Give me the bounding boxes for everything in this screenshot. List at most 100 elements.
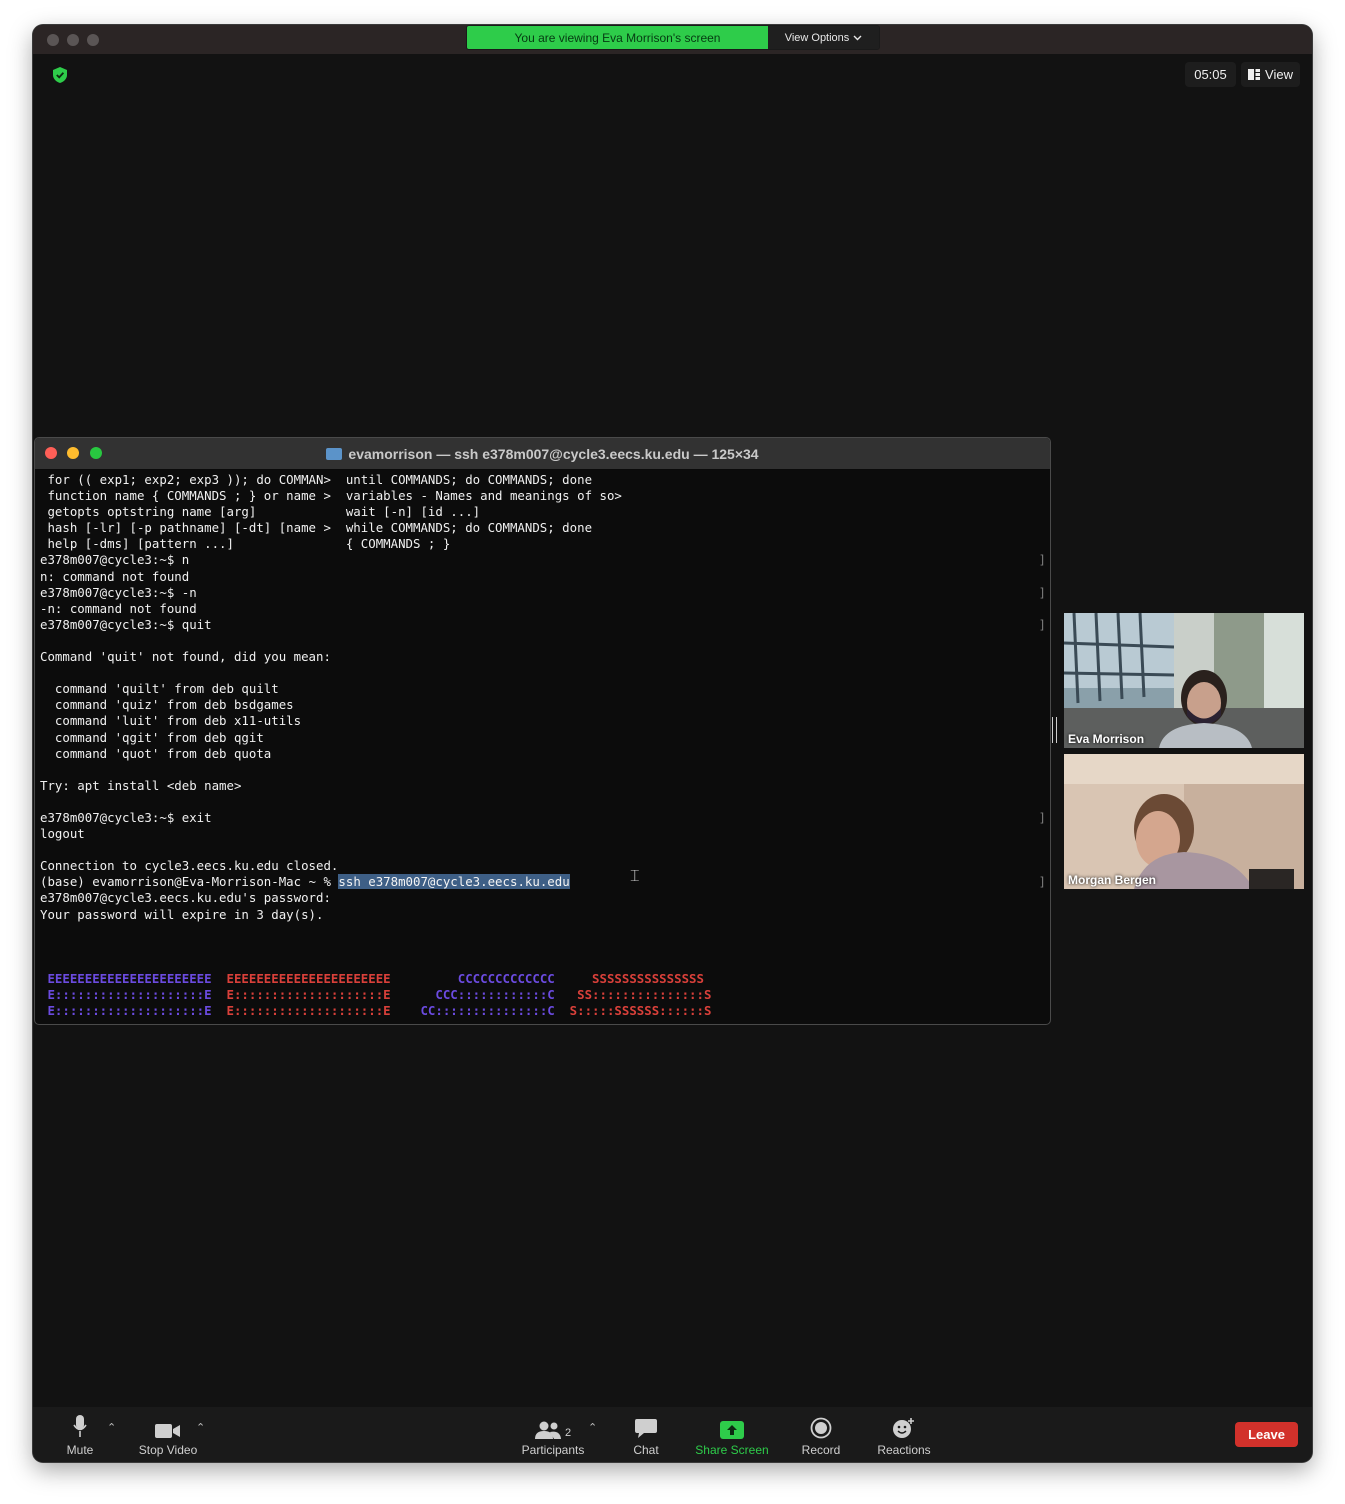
mute-label: Mute (66, 1442, 94, 1457)
stop-video-button[interactable]: Stop Video (133, 1407, 203, 1462)
window-titlebar: You are viewing Eva Morrison's screen Vi… (33, 25, 1312, 54)
terminal-line: hash [-lr] [-p pathname] [-dt] [name > w… (40, 520, 593, 536)
view-grid-icon (1248, 69, 1261, 80)
ascii-banner-segment: SSSSSSSSSSSSSSS (554, 970, 704, 986)
chevron-up-icon[interactable]: ⌃ (107, 1421, 116, 1434)
screen-share-banner: You are viewing Eva Morrison's screen Vi… (466, 25, 880, 50)
viewing-screen-text: You are viewing Eva Morrison's screen (467, 26, 768, 49)
record-button[interactable]: Record (796, 1407, 846, 1462)
chat-bubble-icon (635, 1418, 657, 1438)
terminal-line: e378m007@cycle3:~$ n] (40, 552, 1046, 568)
ascii-banner-segment: CCC::::::::::::C (390, 986, 555, 1002)
chevron-up-icon[interactable]: ⌃ (588, 1421, 597, 1434)
record-label: Record (801, 1442, 841, 1457)
meeting-toolbar: Mute ⌃ Stop Video ⌃ 2 Participants ⌃ Cha… (33, 1407, 1312, 1462)
ascii-banner-segment: E::::::::::::::::::::E (40, 1002, 212, 1018)
terminal-line: e378m007@cycle3.eecs.ku.edu's password: (40, 890, 331, 906)
minimize-dot[interactable] (67, 34, 79, 46)
terminal-line: -n: command not found (40, 600, 197, 616)
terminal-line: Connection to cycle3.eecs.ku.edu closed. (40, 858, 339, 874)
terminal-line: n: command not found (40, 568, 190, 584)
terminal-titlebar: evamorrison — ssh e378m007@cycle3.eecs.k… (35, 438, 1050, 470)
chat-button[interactable]: Chat (623, 1407, 669, 1462)
terminal-line: e378m007@cycle3:~$ quit] (40, 616, 1046, 632)
participants-button[interactable]: 2 Participants (517, 1407, 589, 1462)
reactions-button[interactable]: Reactions (871, 1407, 937, 1462)
meeting-timer: 05:05 (1185, 62, 1236, 87)
view-options-button[interactable]: View Options (768, 26, 879, 49)
terminal-line: getopts optstring name [arg] wait [-n] [… (40, 504, 481, 520)
chevron-down-icon (853, 35, 862, 40)
terminal-line: Command 'quit' not found, did you mean: (40, 649, 331, 665)
terminal-line: Try: apt install <deb name> (40, 777, 242, 793)
participants-icon (534, 1421, 561, 1439)
zoom-window: You are viewing Eva Morrison's screen Vi… (33, 25, 1312, 1462)
terminal-line: function name { COMMANDS ; } or name > v… (40, 488, 622, 504)
terminal-line: e378m007@cycle3:~$ -n] (40, 584, 1046, 600)
participants-label: Participants (521, 1442, 585, 1457)
ascii-banner-segment: EEEEEEEEEEEEEEEEEEEEEE (211, 970, 391, 986)
shared-terminal-window[interactable]: evamorrison — ssh e378m007@cycle3.eecs.k… (34, 437, 1051, 1025)
ascii-banner-row: EEEEEEEEEEEEEEEEEEEEEE EEEEEEEEEEEEEEEEE… (40, 971, 1040, 987)
share-screen-icon (720, 1420, 744, 1439)
text-cursor-icon: ⌶ (630, 868, 640, 885)
shield-icon[interactable] (53, 67, 67, 83)
terminal-output[interactable]: for (( exp1; exp2; exp3 )); do COMMAN> u… (40, 472, 1046, 1024)
terminal-line: for (( exp1; exp2; exp3 )); do COMMAN> u… (40, 472, 593, 487)
participant-video (1064, 613, 1304, 748)
view-options-label: View Options (784, 31, 850, 44)
terminal-line: command 'quilt' from deb quilt (40, 681, 279, 697)
terminal-line: (base) evamorrison@Eva-Morrison-Mac ~ % … (40, 874, 1046, 890)
terminal-line: Your password will expire in 3 day(s). (40, 906, 324, 922)
terminal-line: command 'qgit' from deb qgit (40, 729, 264, 745)
view-button[interactable]: View (1241, 62, 1300, 87)
panel-resize-handle[interactable] (1052, 717, 1057, 743)
close-dot[interactable] (47, 34, 59, 46)
ascii-banner-row: E::::::::::::::::::::E E::::::::::::::::… (40, 1003, 1040, 1019)
ascii-banner-segment: CCCCCCCCCCCCC (390, 970, 555, 986)
mute-button[interactable]: Mute (55, 1407, 105, 1462)
chevron-up-icon[interactable]: ⌃ (196, 1421, 205, 1434)
terminal-line: command 'quiz' from deb bsdgames (40, 697, 294, 713)
share-screen-button[interactable]: Share Screen (691, 1407, 773, 1462)
ascii-banner-segment: EEEEEEEEEEEEEEEEEEEEEE (40, 970, 212, 986)
terminal-line: logout (40, 826, 85, 842)
terminal-line: help [-dms] [pattern ...] { COMMANDS ; } (40, 536, 451, 552)
participant-name: Eva Morrison (1068, 732, 1145, 746)
ascii-banner-row: E::::::::::::::::::::E E::::::::::::::::… (40, 987, 1040, 1003)
terminal-minimize-dot[interactable] (67, 447, 79, 459)
stop-video-label: Stop Video (138, 1442, 198, 1457)
ascii-banner-segment: S:::::SSSSSS::::::S (554, 1002, 712, 1018)
ascii-banner-segment: E::::::::::::::::::::E (40, 986, 212, 1002)
terminal-line: e378m007@cycle3:~$ exit] (40, 809, 1046, 825)
microphone-icon (73, 1414, 87, 1437)
ascii-banner-segment: SS:::::::::::::::S (554, 986, 712, 1002)
participant-name: Morgan Bergen (1068, 873, 1157, 887)
participant-video (1064, 754, 1304, 889)
shell-prompt: (base) evamorrison@Eva-Morrison-Mac ~ % (40, 874, 339, 890)
selected-ssh-command[interactable]: ssh e378m007@cycle3.eecs.ku.edu (338, 874, 570, 890)
reactions-emoji-icon (893, 1417, 914, 1438)
chat-label: Chat (633, 1442, 659, 1457)
zoom-dot[interactable] (87, 34, 99, 46)
folder-icon (326, 447, 343, 460)
terminal-close-dot[interactable] (45, 447, 57, 459)
ascii-banner: EEEEEEEEEEEEEEEEEEEEEE EEEEEEEEEEEEEEEEE… (40, 971, 1040, 1019)
terminal-title: evamorrison — ssh e378m007@cycle3.eecs.k… (348, 445, 759, 462)
view-label: View (1265, 67, 1293, 82)
terminal-line: command 'quot' from deb quota (40, 745, 272, 761)
video-tile-eva-morrison[interactable]: Eva Morrison (1064, 613, 1304, 748)
leave-button[interactable]: Leave (1235, 1422, 1298, 1447)
reactions-label: Reactions (877, 1442, 931, 1457)
terminal-zoom-dot[interactable] (90, 447, 102, 459)
terminal-line: command 'luit' from deb x11-utils (40, 713, 302, 729)
video-camera-icon (155, 1423, 180, 1438)
ascii-banner-segment: E::::::::::::::::::::E (211, 986, 391, 1002)
ascii-banner-segment: E::::::::::::::::::::E (211, 1002, 391, 1018)
video-tile-morgan-bergen[interactable]: Morgan Bergen (1064, 754, 1304, 889)
